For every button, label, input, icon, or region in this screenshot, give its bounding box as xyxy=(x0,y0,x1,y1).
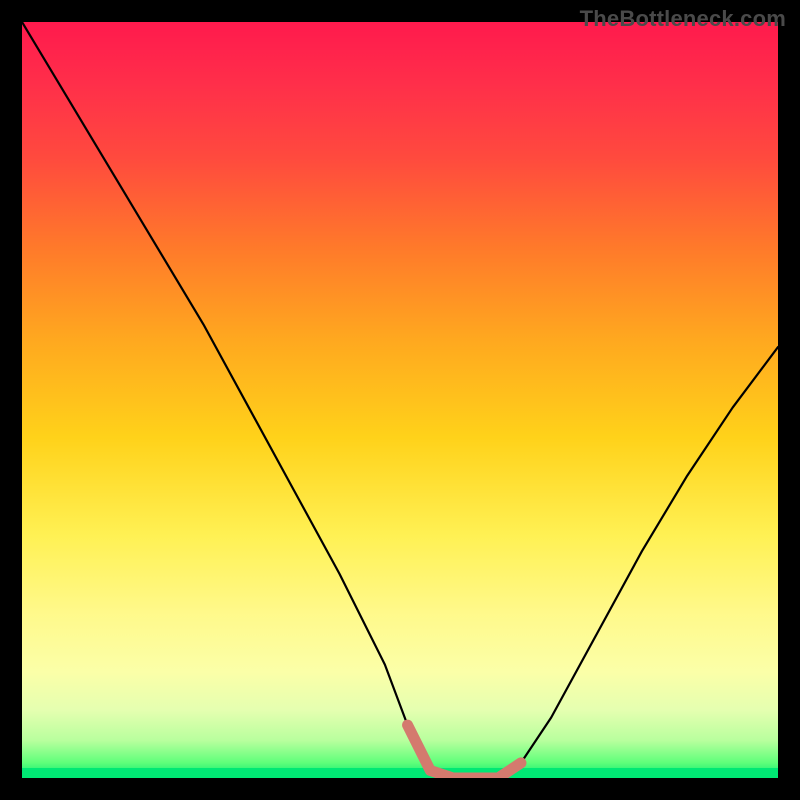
watermark-text: TheBottleneck.com xyxy=(580,6,786,32)
flat-bottom-highlight-path xyxy=(408,725,521,778)
curve-svg xyxy=(22,22,778,778)
chart-frame: TheBottleneck.com xyxy=(0,0,800,800)
plot-area xyxy=(22,22,778,778)
bottleneck-curve-path xyxy=(22,22,778,778)
